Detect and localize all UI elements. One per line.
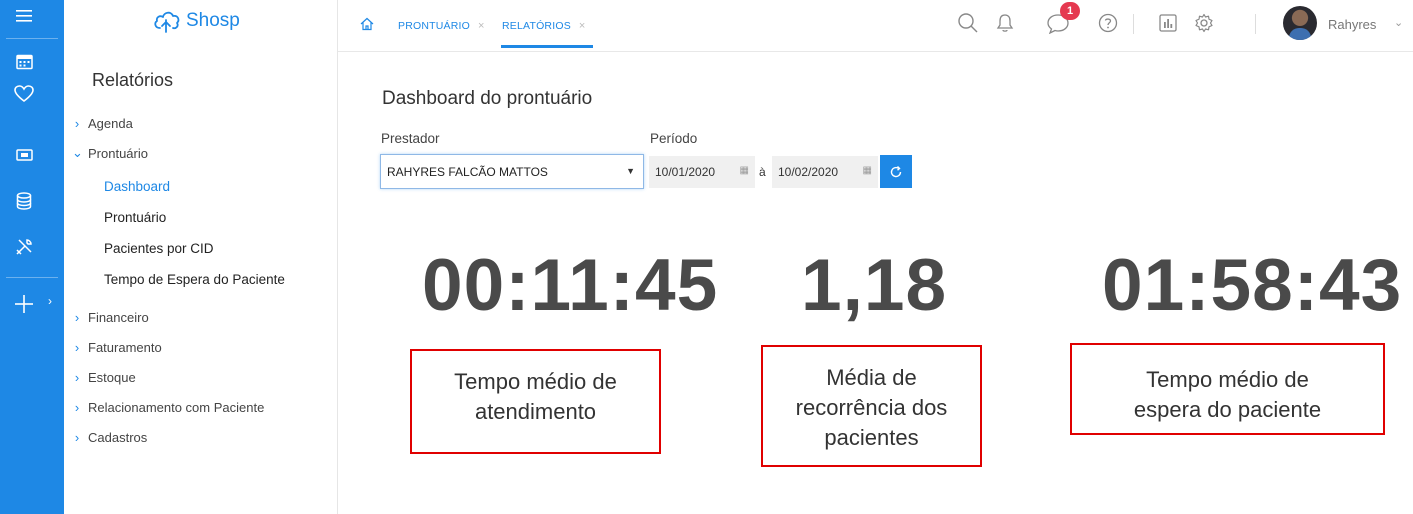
expand-chevron-icon[interactable]: ›	[48, 294, 52, 308]
provider-select[interactable]: RAHYRES FALCÃO MATTOS ▼	[380, 154, 644, 189]
heart-icon[interactable]	[0, 80, 48, 108]
date-from-value: 10/01/2020	[655, 165, 716, 179]
kpi-label-atendimento: Tempo médio de atendimento	[412, 367, 659, 427]
reports-icon[interactable]	[1155, 10, 1181, 36]
menu-item-label: Estoque	[88, 369, 136, 385]
refresh-button[interactable]	[880, 155, 912, 188]
tools-icon[interactable]	[0, 233, 48, 261]
active-tab-indicator	[501, 45, 593, 48]
cloud-logo-icon	[154, 11, 180, 33]
date-separator: à	[759, 165, 766, 179]
kpi-value-atendimento: 00:11:45	[422, 245, 719, 326]
menu-item-label: Agenda	[88, 115, 133, 131]
kpi-label-espera: Tempo médio de espera do paciente	[1072, 365, 1383, 425]
subitem-tempo-espera[interactable]: Tempo de Espera do Paciente	[104, 272, 285, 287]
kpi-label-line: espera do paciente	[1133, 397, 1322, 422]
home-icon[interactable]	[360, 17, 374, 36]
menu-item-label: Prontuário	[88, 145, 148, 161]
kpi-box-espera: Tempo médio de espera do paciente	[1070, 343, 1385, 435]
kpi-label-line: atendimento	[474, 399, 597, 424]
menu-item-financeiro[interactable]: › Financeiro	[72, 308, 149, 326]
menu-item-label: Relacionamento com Paciente	[88, 399, 265, 415]
tab-prontuario[interactable]: PRONTUÁRIO ×	[398, 20, 485, 32]
calendar-icon[interactable]: ▦	[863, 165, 872, 176]
date-to-field[interactable]: 10/02/2020 ▦	[772, 156, 878, 188]
user-name[interactable]: Rahyres	[1328, 17, 1376, 32]
money-icon[interactable]	[0, 141, 48, 169]
tab-relatorios[interactable]: RELATÓRIOS ×	[502, 20, 586, 32]
dropdown-arrow-icon: ▼	[626, 166, 635, 176]
chevron-right-icon: ›	[74, 399, 80, 415]
database-icon[interactable]	[0, 187, 48, 215]
calendar-icon[interactable]: ▦	[740, 165, 749, 176]
kpi-box-atendimento: Tempo médio de atendimento	[410, 349, 661, 454]
toolbar-divider	[1133, 14, 1134, 34]
close-icon[interactable]: ×	[478, 20, 485, 32]
menu-item-prontuario[interactable]: ⌄ Prontuário	[72, 144, 148, 162]
calendar-icon[interactable]	[0, 47, 48, 75]
tab-label: PRONTUÁRIO	[398, 20, 471, 32]
rail-divider	[6, 38, 58, 39]
avatar[interactable]	[1283, 6, 1317, 40]
sidebar-title: Relatórios	[92, 70, 174, 90]
subitem-pacientes-cid[interactable]: Pacientes por CID	[104, 241, 214, 256]
kpi-value-espera: 01:58:43	[1102, 245, 1403, 326]
app-logo[interactable]: Shosp	[152, 6, 240, 36]
menu-item-estoque[interactable]: › Estoque	[72, 368, 136, 386]
chevron-right-icon: ›	[74, 339, 80, 355]
period-label: Período	[650, 131, 698, 146]
chevron-right-icon: ›	[74, 429, 80, 445]
provider-label: Prestador	[381, 131, 440, 146]
menu-item-label: Financeiro	[88, 309, 149, 325]
toolbar-divider	[1255, 14, 1256, 34]
close-icon[interactable]: ×	[579, 20, 586, 32]
search-icon[interactable]	[955, 10, 981, 36]
chevron-down-icon[interactable]: ⌄	[1394, 16, 1403, 29]
help-icon[interactable]	[1095, 10, 1121, 36]
menu-item-cadastros[interactable]: › Cadastros	[72, 428, 147, 446]
chevron-right-icon: ›	[74, 115, 80, 131]
kpi-label-line: Tempo médio de	[454, 369, 617, 394]
kpi-label-recorrencia: Média de recorrência dos pacientes	[763, 363, 980, 453]
kpi-label-line: pacientes	[824, 425, 919, 450]
date-to-value: 10/02/2020	[778, 165, 839, 179]
menu-item-relacionamento[interactable]: › Relacionamento com Paciente	[72, 398, 265, 416]
page-title: Dashboard do prontuário	[382, 88, 593, 109]
tab-label: RELATÓRIOS	[502, 20, 571, 32]
sidebar: Shosp Relatórios › Agenda ⌄ Prontuário D…	[64, 0, 338, 514]
plus-icon[interactable]	[0, 290, 48, 318]
menu-item-faturamento[interactable]: › Faturamento	[72, 338, 162, 356]
date-from-field[interactable]: 10/01/2020 ▦	[649, 156, 755, 188]
chevron-right-icon: ›	[74, 309, 80, 325]
provider-select-value: RAHYRES FALCÃO MATTOS	[387, 164, 548, 179]
menu-item-agenda[interactable]: › Agenda	[72, 114, 133, 132]
menu-icon[interactable]	[0, 2, 48, 30]
kpi-label-line: recorrência dos	[795, 395, 948, 420]
bell-icon[interactable]	[992, 10, 1018, 36]
kpi-value-recorrencia: 1,18	[801, 245, 948, 326]
menu-item-label: Cadastros	[88, 429, 148, 445]
gear-icon[interactable]	[1191, 10, 1217, 36]
notification-badge: 1	[1060, 2, 1080, 20]
subitem-prontuario[interactable]: Prontuário	[104, 210, 166, 225]
top-bar: PRONTUÁRIO × RELATÓRIOS × 1 Rahyres ⌄	[338, 0, 1413, 52]
logo-text: Shosp	[186, 10, 240, 31]
chevron-down-icon: ⌄	[72, 145, 83, 160]
rail-divider	[6, 277, 58, 278]
app-rail: ›	[0, 0, 64, 514]
kpi-box-recorrencia: Média de recorrência dos pacientes	[761, 345, 982, 467]
kpi-label-line: Tempo médio de	[1146, 367, 1309, 392]
kpi-label-line: Média de	[826, 365, 917, 390]
chevron-right-icon: ›	[74, 369, 80, 385]
menu-item-label: Faturamento	[88, 339, 162, 355]
subitem-dashboard[interactable]: Dashboard	[104, 179, 170, 194]
refresh-icon	[890, 165, 902, 177]
